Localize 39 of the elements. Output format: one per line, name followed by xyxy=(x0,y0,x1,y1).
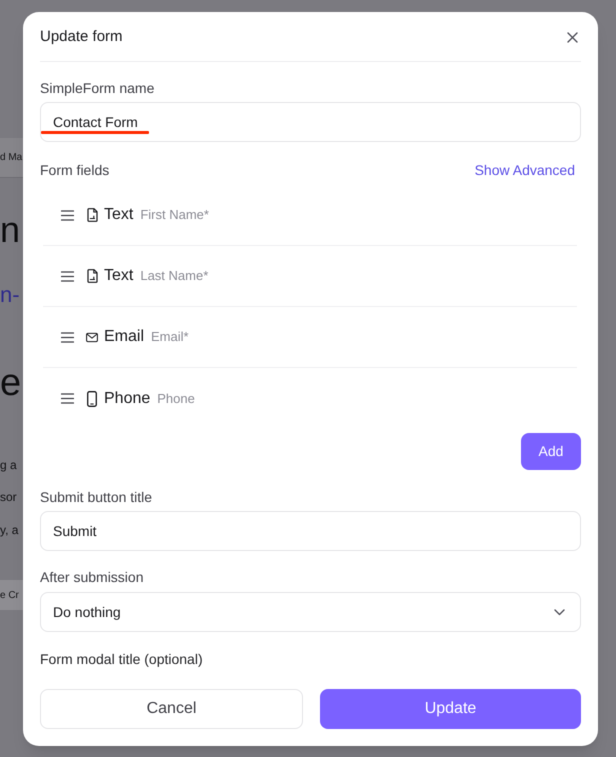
add-button[interactable]: Add xyxy=(521,433,581,470)
background-header-bar: d Ma xyxy=(0,138,23,178)
drag-handle-icon[interactable] xyxy=(61,210,74,220)
drag-handle-icon[interactable] xyxy=(61,332,74,342)
field-type-label: Text xyxy=(104,205,134,225)
field-type-label: Phone xyxy=(104,388,150,408)
field-label: Form modal title (optional) xyxy=(40,650,204,669)
show-advanced-link[interactable]: Show Advanced xyxy=(474,160,575,180)
chevron-down-icon xyxy=(554,608,565,616)
envelope-icon xyxy=(86,332,98,342)
field-label: Submit button title xyxy=(40,488,154,507)
field-label: SimpleForm name xyxy=(40,79,156,98)
drag-handle-icon[interactable] xyxy=(61,393,74,404)
background-heading-text: e xyxy=(0,362,22,404)
field-name-label: Email* xyxy=(151,328,189,346)
background-heading-text: n- xyxy=(0,281,21,309)
drag-handle-icon[interactable] xyxy=(61,270,74,282)
text-input[interactable]: Contact Form xyxy=(40,102,581,142)
cancel-button[interactable]: Cancel xyxy=(40,689,303,729)
background-paragraph-text: g a xyxy=(0,457,18,473)
field-label: After submission xyxy=(40,568,144,587)
background-paragraph-text: y, a xyxy=(0,522,20,538)
background-paragraph-text: sor xyxy=(0,489,18,505)
field-type-label: Text xyxy=(104,266,134,286)
phone-icon xyxy=(87,390,97,406)
field-name-label: First Name* xyxy=(140,206,209,224)
document-icon xyxy=(86,208,98,222)
update-button[interactable]: Update xyxy=(320,689,581,729)
dialog-title: Update form xyxy=(40,27,123,47)
field-name-label: Phone xyxy=(157,390,195,408)
field-label: Form fields xyxy=(40,161,110,180)
field-name-label: Last Name* xyxy=(140,267,208,285)
background-heading-text: n xyxy=(0,210,22,250)
text-input[interactable]: Submit xyxy=(40,511,581,551)
select-dropdown[interactable]: Do nothing xyxy=(40,592,581,632)
close-icon xyxy=(566,32,578,42)
background-chip: e Cr xyxy=(0,580,23,610)
field-type-label: Email xyxy=(104,327,144,347)
document-icon xyxy=(86,269,98,283)
